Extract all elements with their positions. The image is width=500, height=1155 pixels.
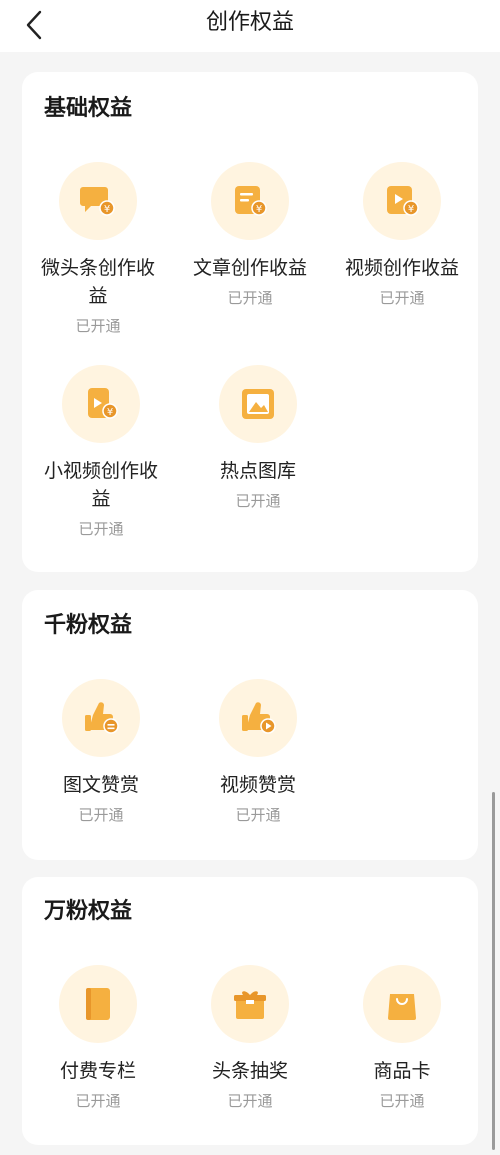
benefit-name: 微头条创作收益 — [40, 257, 155, 307]
page-title: 创作权益 — [205, 10, 294, 35]
benefit-status: 已开通 — [379, 289, 425, 307]
video-yuan-icon: ¥ — [363, 162, 441, 240]
svg-text:¥: ¥ — [104, 204, 110, 215]
article-yuan-icon: ¥ — [211, 162, 289, 240]
thousand-fans-benefits-card: 千粉权益 图文赞赏 已开通 视频赞赏 已开通 — [22, 590, 478, 860]
section-title: 基础权益 — [44, 96, 133, 121]
svg-text:¥: ¥ — [256, 204, 262, 215]
benefit-name: 热点图库 — [219, 460, 296, 482]
top-bar: 创作权益 — [0, 0, 500, 52]
benefit-name: 商品卡 — [373, 1060, 431, 1082]
ten-thousand-fans-benefits-card: 万粉权益 付费专栏 已开通 头条抽奖 已开通 商品卡 已开通 — [22, 877, 478, 1145]
thumbs-up-text-icon — [62, 679, 140, 757]
benefit-article-reward[interactable]: 图文赞赏 已开通 — [30, 679, 172, 825]
benefit-status: 已开通 — [75, 1092, 121, 1110]
svg-text:¥: ¥ — [107, 407, 113, 418]
benefit-status: 已开通 — [227, 289, 273, 307]
benefit-status: 已开通 — [379, 1092, 425, 1110]
basic-benefits-card: 基础权益 ¥ 微头条创作收益 已开通 ¥ 文章创作收益 已开通 ¥ 视频创作收益… — [22, 72, 478, 572]
benefit-toutiao-lottery[interactable]: 头条抽奖 已开通 — [179, 965, 321, 1111]
shopping-bag-icon — [363, 965, 441, 1043]
benefit-name: 图文赞赏 — [62, 774, 139, 796]
benefit-product-card[interactable]: 商品卡 已开通 — [331, 965, 473, 1111]
benefit-name: 文章创作收益 — [192, 257, 307, 279]
benefit-name: 付费专栏 — [59, 1060, 136, 1082]
benefit-status: 已开通 — [75, 317, 121, 335]
benefit-paid-column[interactable]: 付费专栏 已开通 — [27, 965, 169, 1111]
thumbs-up-video-icon — [219, 679, 297, 757]
benefit-status: 已开通 — [235, 492, 281, 510]
small-video-yuan-icon: ¥ — [62, 365, 140, 443]
benefit-video-income[interactable]: ¥ 视频创作收益 已开通 — [331, 162, 473, 308]
svg-text:¥: ¥ — [408, 204, 414, 215]
benefit-name: 小视频创作收益 — [43, 460, 158, 510]
benefit-video-reward[interactable]: 视频赞赏 已开通 — [187, 679, 329, 825]
benefit-small-video-income[interactable]: ¥ 小视频创作收益 已开通 — [30, 365, 172, 539]
benefit-name: 视频赞赏 — [219, 774, 296, 796]
benefit-weitoutiao-income[interactable]: ¥ 微头条创作收益 已开通 — [27, 162, 169, 336]
book-icon — [59, 965, 137, 1043]
scrollbar[interactable] — [492, 792, 495, 1150]
chat-bubble-yuan-icon: ¥ — [59, 162, 137, 240]
benefit-status: 已开通 — [78, 806, 124, 824]
benefit-hot-image-library[interactable]: 热点图库 已开通 — [187, 365, 329, 511]
benefit-name: 头条抽奖 — [211, 1060, 288, 1082]
benefit-article-income[interactable]: ¥ 文章创作收益 已开通 — [179, 162, 321, 308]
section-title: 千粉权益 — [44, 613, 133, 638]
gift-box-icon — [211, 965, 289, 1043]
benefit-status: 已开通 — [235, 806, 281, 824]
benefit-status: 已开通 — [227, 1092, 273, 1110]
image-gallery-icon — [219, 365, 297, 443]
benefit-status: 已开通 — [78, 520, 124, 538]
benefit-name: 视频创作收益 — [344, 257, 459, 279]
section-title: 万粉权益 — [44, 899, 133, 924]
